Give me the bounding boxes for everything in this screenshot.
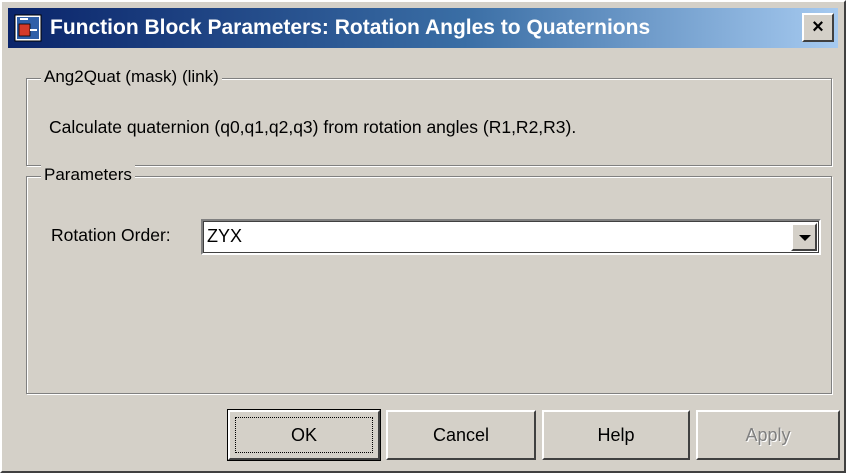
title-bar[interactable]: Function Block Parameters: Rotation Angl… <box>8 8 838 48</box>
cancel-button-label: Cancel <box>432 425 490 445</box>
help-button-label: Help <box>597 425 635 445</box>
rotation-order-select[interactable]: ZYX <box>201 219 821 255</box>
rotation-order-label: Rotation Order: <box>51 225 171 245</box>
block-description: Calculate quaternion (q0,q1,q2,q3) from … <box>49 117 577 137</box>
chevron-down-icon <box>799 235 811 241</box>
close-button[interactable]: × <box>802 13 834 42</box>
rotation-order-dropdown-button[interactable] <box>791 223 817 251</box>
parameters-groupbox: Parameters Rotation Order: ZYX <box>26 165 832 394</box>
dialog-window: Function Block Parameters: Rotation Angl… <box>0 0 846 473</box>
apply-button-label: Apply <box>745 425 791 445</box>
simulink-block-icon <box>14 14 42 42</box>
focus-ring <box>235 417 373 453</box>
window-title: Function Block Parameters: Rotation Angl… <box>50 16 651 39</box>
apply-button[interactable]: Apply <box>696 410 840 460</box>
description-legend: Ang2Quat (mask) (link) <box>41 67 222 87</box>
description-groupbox: Ang2Quat (mask) (link) Calculate quatern… <box>26 67 832 166</box>
ok-button[interactable]: OK <box>227 409 381 461</box>
parameters-legend: Parameters <box>41 165 135 185</box>
help-button[interactable]: Help <box>542 410 690 460</box>
rotation-order-value: ZYX <box>207 226 243 246</box>
cancel-button[interactable]: Cancel <box>386 410 536 460</box>
close-icon: × <box>812 16 824 38</box>
